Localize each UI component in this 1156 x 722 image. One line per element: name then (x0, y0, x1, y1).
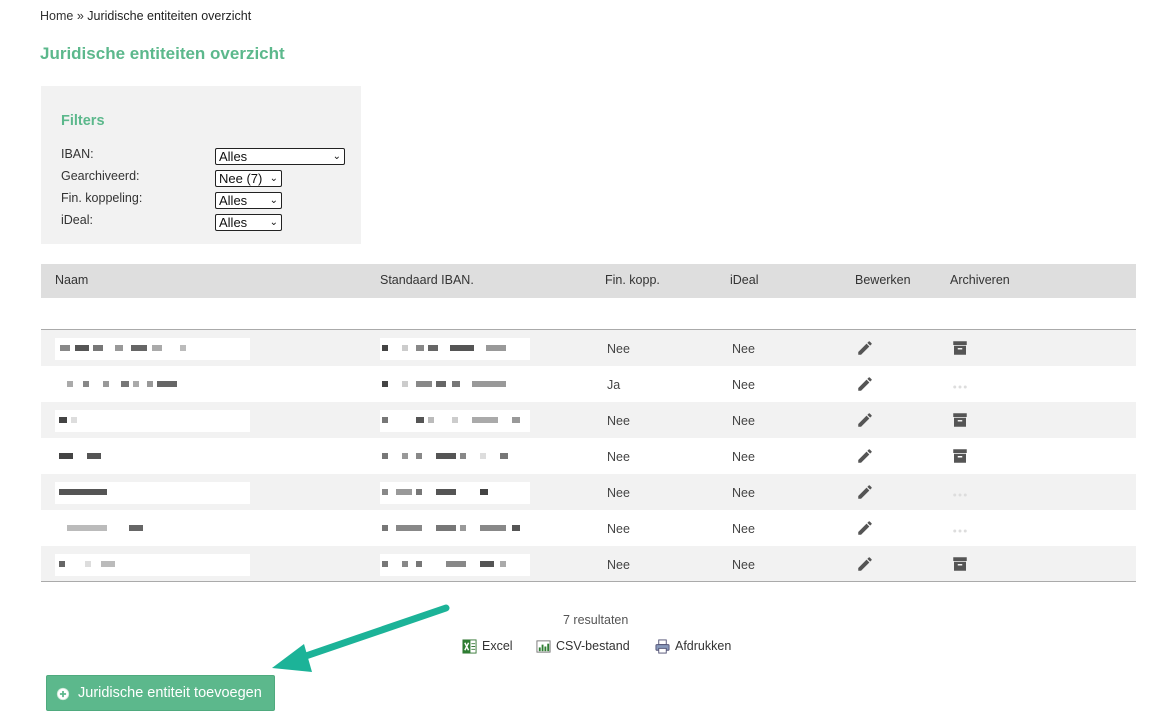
chevron-down-icon: ⌄ (269, 173, 278, 184)
redacted-name (55, 482, 250, 504)
filters-panel: Filters IBAN: Alles ⌄ Gearchiveerd: Nee … (41, 86, 361, 244)
table-row: Nee Nee (41, 402, 1136, 438)
pencil-icon[interactable] (856, 447, 874, 465)
printer-icon (655, 639, 670, 654)
column-bewerken: Bewerken (855, 273, 911, 287)
chevron-down-icon: ⌄ (269, 217, 278, 228)
filter-gearchiveerd-label: Gearchiveerd: (61, 169, 140, 183)
filter-gearchiveerd-value: Nee (7) (219, 171, 263, 186)
column-iban[interactable]: Standaard IBAN. (380, 273, 474, 287)
table-header: Naam Standaard IBAN. Fin. kopp. iDeal Be… (41, 264, 1136, 298)
excel-icon (462, 639, 477, 654)
archive-icon[interactable] (951, 555, 969, 573)
table-row: Nee Nee (41, 474, 1136, 510)
redacted-iban (380, 338, 530, 360)
export-excel-label: Excel (482, 639, 513, 653)
pencil-icon[interactable] (856, 519, 874, 537)
pencil-icon[interactable] (856, 375, 874, 393)
filter-fin-koppeling-label: Fin. koppeling: (61, 191, 143, 205)
redacted-name (55, 338, 250, 360)
ideal-value: Nee (732, 342, 755, 356)
filter-ideal-value: Alles (219, 215, 248, 230)
fin-kopp-value: Nee (607, 414, 630, 428)
column-ideal: iDeal (730, 273, 759, 287)
filter-iban-select[interactable]: Alles ⌄ (215, 148, 345, 165)
redacted-name (55, 410, 250, 432)
fin-kopp-value: Nee (607, 450, 630, 464)
ideal-value: Nee (732, 414, 755, 428)
more-dots-icon (953, 385, 967, 389)
results-count: 7 resultaten (563, 613, 629, 627)
fin-kopp-value: Nee (607, 342, 630, 356)
more-dots-icon (953, 529, 967, 533)
breadcrumb-current: Juridische entiteiten overzicht (87, 9, 252, 23)
archive-icon[interactable] (951, 339, 969, 357)
pencil-icon[interactable] (856, 411, 874, 429)
ideal-value: Nee (732, 522, 755, 536)
redacted-name (55, 554, 250, 576)
table-bottom-border (41, 581, 1136, 582)
ideal-value: Nee (732, 450, 755, 464)
fin-kopp-value: Ja (607, 378, 621, 392)
pencil-icon[interactable] (856, 483, 874, 501)
redacted-iban (380, 410, 530, 432)
pencil-icon[interactable] (856, 339, 874, 357)
chevron-down-icon: ⌄ (269, 195, 278, 206)
breadcrumb-home[interactable]: Home (40, 9, 73, 23)
column-fin-kopp[interactable]: Fin. kopp. (605, 273, 660, 287)
archive-icon[interactable] (951, 447, 969, 465)
redacted-iban (380, 374, 530, 396)
redacted-iban (380, 518, 530, 540)
plus-circle-icon (56, 687, 70, 701)
annotation-arrow-icon (272, 604, 450, 672)
table-row: Ja Nee (41, 366, 1136, 402)
table-row: Nee Nee (41, 546, 1136, 582)
redacted-iban (380, 482, 530, 504)
column-naam[interactable]: Naam (55, 273, 88, 287)
ideal-value: Nee (732, 558, 755, 572)
redacted-iban (380, 446, 530, 468)
add-legal-entity-label: Juridische entiteit toevoegen (78, 685, 262, 701)
filter-fin-koppeling-value: Alles (219, 193, 248, 208)
print-label: Afdrukken (675, 639, 732, 653)
redacted-iban (380, 554, 530, 576)
table-row: Nee Nee (41, 438, 1136, 474)
page-title: Juridische entiteiten overzicht (40, 44, 285, 63)
ideal-value: Nee (732, 378, 755, 392)
fin-kopp-value: Nee (607, 486, 630, 500)
chevron-down-icon: ⌄ (332, 151, 341, 162)
csv-icon (536, 640, 551, 653)
pencil-icon[interactable] (856, 555, 874, 573)
filter-ideal-label: iDeal: (61, 213, 93, 227)
ideal-value: Nee (732, 486, 755, 500)
filter-ideal-select[interactable]: Alles ⌄ (215, 214, 282, 231)
breadcrumb-separator: » (76, 9, 84, 23)
redacted-name (55, 518, 250, 540)
filter-gearchiveerd-select[interactable]: Nee (7) ⌄ (215, 170, 282, 187)
column-archiveren: Archiveren (950, 273, 1010, 287)
fin-kopp-value: Nee (607, 522, 630, 536)
archive-icon[interactable] (951, 411, 969, 429)
export-csv-label: CSV-bestand (556, 639, 630, 653)
filters-title: Filters (61, 113, 105, 129)
redacted-name (55, 446, 250, 468)
add-legal-entity-button[interactable]: Juridische entiteit toevoegen (46, 675, 275, 711)
breadcrumb: Home » Juridische entiteiten overzicht (40, 9, 251, 23)
filter-iban-value: Alles (219, 149, 248, 164)
more-dots-icon (953, 493, 967, 497)
filter-fin-koppeling-select[interactable]: Alles ⌄ (215, 192, 282, 209)
table-row: Nee Nee (41, 330, 1136, 366)
fin-kopp-value: Nee (607, 558, 630, 572)
table-row: Nee Nee (41, 510, 1136, 546)
redacted-name (55, 374, 250, 396)
filter-iban-label: IBAN: (61, 147, 94, 161)
